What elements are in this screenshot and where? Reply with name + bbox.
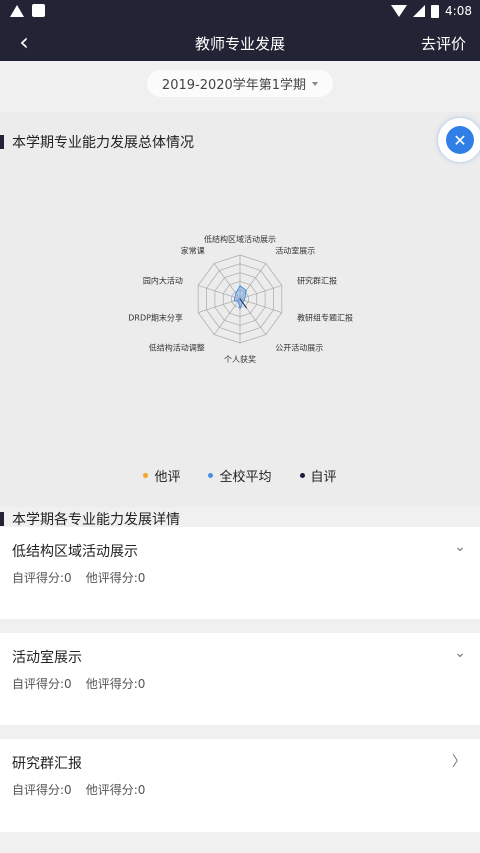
detail-scores: 自评得分:0 他评得分:0 xyxy=(12,675,145,692)
section-marker xyxy=(0,135,4,149)
axis-label: 教研组专题汇报 xyxy=(297,313,353,323)
battery-icon xyxy=(431,4,440,18)
legend-item: 他评 xyxy=(143,466,180,485)
legend-label: 自评 xyxy=(310,470,337,485)
spark-icon: ✕ xyxy=(446,126,474,154)
detail-title: 低结构区域活动展示 xyxy=(12,544,138,560)
axis-label: DRDP期末分享 xyxy=(128,313,183,323)
detail-title: 活动室展示 xyxy=(12,650,82,666)
fab-button[interactable]: ✕ xyxy=(438,118,480,162)
detail-scores: 自评得分:0 他评得分:0 xyxy=(12,569,145,586)
axis-label: 活动室展示 xyxy=(275,245,315,255)
clock: 4:08 xyxy=(445,4,472,18)
detail-item[interactable]: 研究群汇报 自评得分:0 他评得分:0 〉 xyxy=(0,739,480,832)
chevron-down-icon[interactable]: ⌄ xyxy=(454,645,466,661)
detail-title: 研究群汇报 xyxy=(12,756,82,772)
legend-dot xyxy=(143,473,149,478)
axis-label: 个人获奖 xyxy=(224,354,256,364)
chevron-right-icon[interactable]: 〉 xyxy=(452,751,466,771)
axis-label: 研究群汇报 xyxy=(297,275,337,285)
details-heading: 本学期各专业能力发展详情 xyxy=(0,509,180,529)
notification-icon xyxy=(32,4,45,17)
legend-dot xyxy=(299,473,305,478)
axis-line xyxy=(213,298,241,335)
details-title: 本学期各专业能力发展详情 xyxy=(12,512,180,528)
axis-label: 园内大活动 xyxy=(143,275,183,285)
semester-selector[interactable]: 2019-2020学年第1学期 xyxy=(147,70,333,97)
legend-item: 自评 xyxy=(299,466,337,485)
detail-scores: 自评得分:0 他评得分:0 xyxy=(12,781,145,798)
detail-item[interactable]: 低结构区域活动展示 自评得分:0 他评得分:0 ⌄ xyxy=(0,527,480,619)
chevron-down-icon[interactable]: ⌄ xyxy=(454,539,466,555)
section-marker xyxy=(0,512,4,526)
chart-legend: 他评 全校平均 自评 xyxy=(0,466,480,485)
evaluate-button[interactable]: 去评价 xyxy=(421,33,466,54)
wifi-icon xyxy=(391,5,408,17)
detail-item[interactable]: 活动室展示 自评得分:0 他评得分:0 ⌄ xyxy=(0,633,480,725)
legend-item: 全校平均 xyxy=(208,466,272,485)
page-title: 教师专业发展 xyxy=(194,35,285,53)
axis-line xyxy=(239,298,282,313)
peer-score: 他评得分:0 xyxy=(85,677,146,691)
legend-dot xyxy=(208,473,214,478)
peer-score: 他评得分:0 xyxy=(85,783,146,797)
warning-icon xyxy=(10,4,24,17)
legend-label: 全校平均 xyxy=(219,470,272,485)
self-score: 自评得分:0 xyxy=(12,677,72,691)
signal-icon xyxy=(413,5,426,17)
status-bar: 4:08 xyxy=(0,0,480,24)
peer-score: 他评得分:0 xyxy=(85,571,146,585)
overview-title: 本学期专业能力发展总体情况 xyxy=(12,135,194,151)
radar-chart: 低结构区域活动展示活动室展示研究群汇报教研组专题汇报公开活动展示个人获奖 低结构活… xyxy=(128,234,353,364)
axis-line xyxy=(198,285,241,300)
axis-label: 低结构区域活动展示 xyxy=(204,234,276,244)
legend-label: 他评 xyxy=(154,470,181,485)
overview-card: 本学期专业能力发展总体情况 低结构区域活动展示 活动室展示研究群汇报教研组专题汇报… xyxy=(0,112,480,507)
self-score: 自评得分:0 xyxy=(12,783,72,797)
self-score: 自评得分:0 xyxy=(12,571,72,585)
caret-down-icon xyxy=(312,81,319,86)
axis-label: 公开活动展示 xyxy=(275,343,323,353)
axis-label: 家常课 xyxy=(181,245,205,255)
semester-label: 2019-2020学年第1学期 xyxy=(161,78,307,93)
axis-label: 低结构活动调整 xyxy=(149,343,205,353)
overview-heading: 本学期专业能力发展总体情况 xyxy=(0,132,194,152)
nav-bar: ‹ 教师专业发展 去评价 xyxy=(0,24,480,61)
